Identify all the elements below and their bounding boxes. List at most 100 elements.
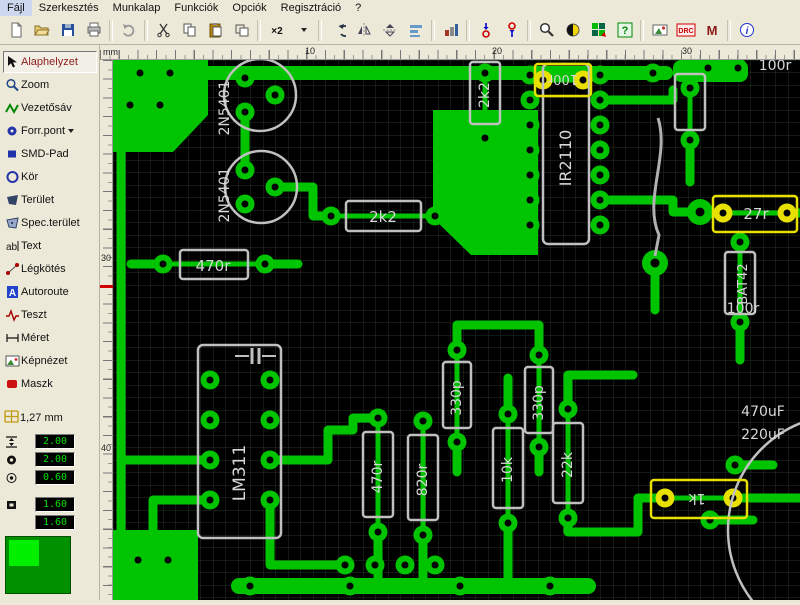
area-icon [4,193,21,207]
menu-board[interactable]: Munkalap [106,0,168,16]
pcb-label: 330p [449,380,465,416]
help-icon: ? [621,25,628,37]
scale-x2-button[interactable]: ×2 [264,18,289,42]
sidebar-item-legkotes[interactable]: Légkötés [3,258,97,280]
active-color [9,540,39,566]
components-button[interactable] [438,18,463,42]
ruler-mark: 10 [305,46,316,56]
mask-icon [4,377,21,391]
rotate-button[interactable] [325,18,350,42]
mask-icon: M [706,23,717,38]
mirror-horizontal-icon [357,23,371,37]
smd-height-value[interactable]: 1.60 [35,515,75,530]
hole-size-row: 0.60 [3,469,97,486]
trace-width-value[interactable]: 2.00 [35,434,75,449]
sidebar-item-alaphelyzet[interactable]: Alaphelyzet [3,51,97,73]
duplicate-button[interactable] [229,18,254,42]
magnifier-icon [539,22,554,37]
help-check-button[interactable]: ? [612,18,637,42]
pcb-label: 22k [560,451,576,478]
smd-width-value[interactable]: 1.60 [35,497,75,512]
pad-size-value[interactable]: 2.00 [35,452,75,467]
sidebar-item-autoroute[interactable]: A Autoroute [3,281,97,303]
menu-functions[interactable]: Funkciók [167,0,225,16]
sidebar-item-label: Méret [21,332,50,344]
photoview-icon [4,354,21,368]
ruler-cursor-marker [100,285,113,288]
photoview-icon [652,24,667,36]
scale-dropdown-button[interactable] [290,18,315,42]
open-button[interactable] [29,18,54,42]
sidebar-item-text[interactable]: ab Text [3,235,97,257]
undo-button[interactable] [116,18,141,42]
pad-lower-button[interactable] [499,18,524,42]
pcb-label: 2N5401 [217,167,233,222]
toolbar-separator [431,19,435,41]
print-button[interactable] [81,18,106,42]
tool-sidebar: Alaphelyzet Zoom Vezetősáv Forr.pont SMD… [0,45,100,600]
pcb-canvas[interactable]: 2N5401 2N5401 2k2 2k2 470r IR2110 100r 2… [113,57,800,605]
save-button[interactable] [55,18,80,42]
sidebar-item-forrpont[interactable]: Forr.pont [3,120,97,142]
menu-bar: Fájl Szerkesztés Munkalap Funkciók Opció… [0,0,800,17]
contrast-button[interactable] [560,18,585,42]
pcb-label: 470r [196,257,232,275]
cut-button[interactable] [151,18,176,42]
sidebar-item-maszk[interactable]: Maszk [3,373,97,395]
hole-size-value[interactable]: 0.60 [35,470,75,485]
photoview-button[interactable] [647,18,672,42]
sidebar-item-label: Légkötés [21,263,66,275]
sidebar-item-label: Teszt [21,309,47,321]
mirror-horizontal-button[interactable] [351,18,376,42]
sidebar-item-vezetosav[interactable]: Vezetősáv [3,97,97,119]
sidebar-item-teszt[interactable]: Teszt [3,304,97,326]
grid-value: 1,27 mm [20,412,63,424]
sidebar-item-kepnezet[interactable]: Képnézet [3,350,97,372]
grid-setting[interactable]: 1,27 mm [3,409,97,427]
pcb-label: 470uF [741,404,785,420]
sidebar-item-specterulet[interactable]: Spec.terület [3,212,97,234]
pad-raise-button[interactable] [473,18,498,42]
info-button[interactable]: i [734,18,759,42]
sidebar-item-smdpad[interactable]: SMD-Pad [3,143,97,165]
hole-size-icon [3,471,21,485]
mask-button[interactable]: M [699,18,724,42]
new-button[interactable] [3,18,28,42]
color-swatch[interactable] [5,536,71,594]
paste-button[interactable] [203,18,228,42]
pad-size-icon [3,453,21,467]
sidebar-item-label: Forr.pont [21,125,66,137]
mirror-vertical-button[interactable] [377,18,402,42]
floppy-icon [61,24,74,36]
menu-options[interactable]: Opciók [225,0,273,16]
pcb-label: 470r [370,461,386,494]
contrast-icon [566,23,579,37]
ruler-mark: 40 [101,443,112,453]
pad-lower-icon [507,22,516,37]
menu-file[interactable]: Fájl [0,0,32,16]
trace-width-row: 2.00 [3,433,97,450]
zoom-button[interactable] [534,18,559,42]
smd-pad-icon [4,147,21,161]
menu-edit[interactable]: Szerkesztés [32,0,106,16]
trace-icon [4,101,21,115]
copy-button[interactable] [177,18,202,42]
pcb-label: 1k [688,490,706,506]
special-area-icon [4,216,21,230]
align-button[interactable] [403,18,428,42]
smd-size-icon [3,498,21,512]
sidebar-item-kor[interactable]: Kör [3,166,97,188]
drc-button[interactable]: DRC [673,18,698,42]
sidebar-item-terulet[interactable]: Terület [3,189,97,211]
drc-icon: DRC [678,28,693,35]
layer-grid-icon [591,23,606,37]
mirror-vertical-icon [382,24,397,37]
sidebar-item-meret[interactable]: Méret [3,327,97,349]
menu-help[interactable]: ? [348,0,368,16]
sidebar-item-zoom[interactable]: Zoom [3,74,97,96]
menu-registration[interactable]: Regisztráció [274,0,349,16]
clipboard-icon [209,23,221,38]
text-icon: ab [4,239,21,253]
layers-button[interactable] [586,18,611,42]
sidebar-item-label: SMD-Pad [21,148,69,160]
